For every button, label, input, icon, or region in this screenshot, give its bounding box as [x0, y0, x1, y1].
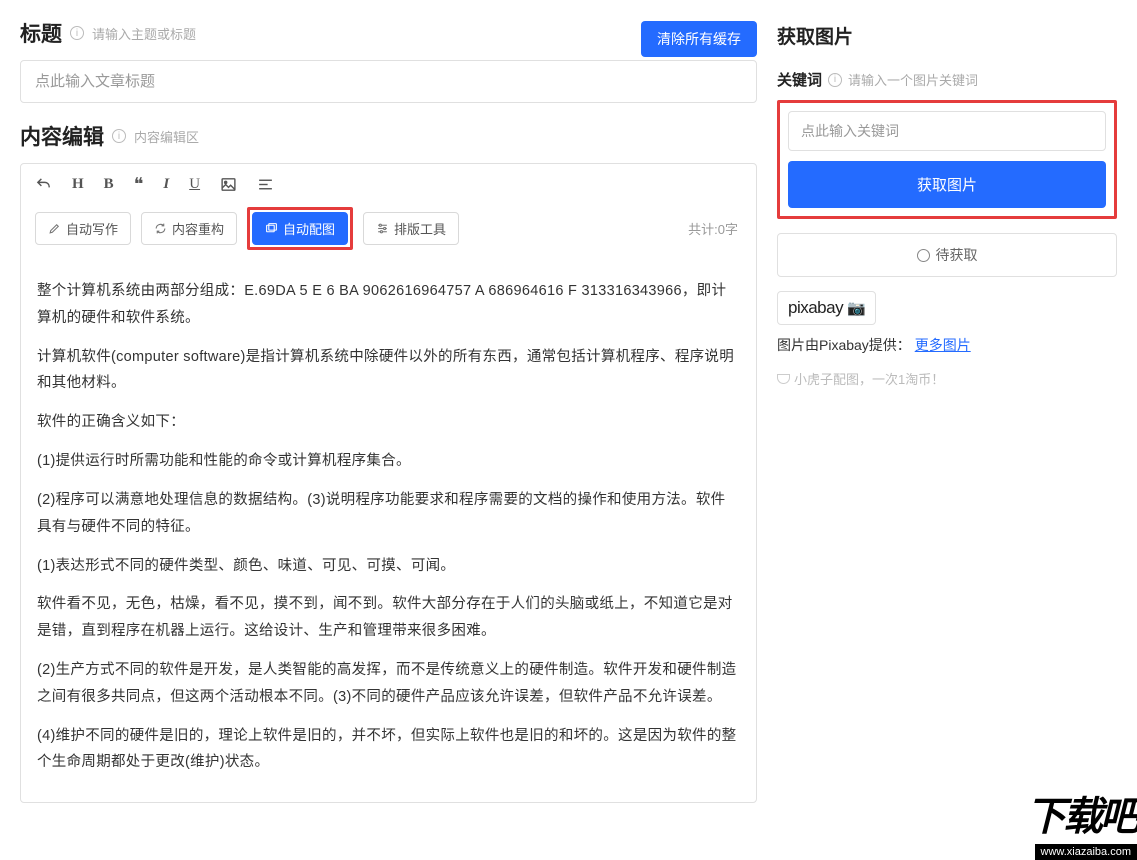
editor-content[interactable]: 整个计算机系统由两部分组成：E.69DA 5 E 6 BA 9062616964… — [21, 264, 756, 802]
info-icon: i — [70, 26, 84, 40]
word-count: 共计:0字 — [688, 219, 742, 238]
info-icon: i — [112, 129, 126, 143]
action-toolbar: 自动写作 内容重构 自动配图 排版工具 共计:0字 — [21, 203, 756, 264]
image-credit: 图片由Pixabay提供： 更多图片 — [777, 335, 1117, 355]
content-heading: 内容编辑 — [20, 121, 104, 151]
images-icon — [265, 222, 278, 235]
underline-icon[interactable]: U — [189, 176, 200, 193]
fetch-image-button[interactable]: 获取图片 — [788, 161, 1106, 208]
content-hint: 内容编辑区 — [134, 127, 199, 146]
title-hint: 请输入主题或标题 — [92, 24, 196, 43]
quote-icon[interactable]: ❝ — [134, 174, 144, 195]
paragraph: (2)程序可以满意地处理信息的数据结构。(3)说明程序功能要求和程序需要的文档的… — [37, 487, 740, 541]
article-title-input[interactable] — [20, 60, 757, 103]
editor-container: H B ❝ I U 自动写作 内容重构 — [20, 163, 757, 803]
paragraph: (1)提供运行时所需功能和性能的命令或计算机程序集合。 — [37, 448, 740, 475]
keyword-input[interactable] — [788, 111, 1106, 151]
camera-icon: 📷 — [847, 299, 865, 317]
paragraph: (4)维护不同的硬件是旧的，理论上软件是旧的，并不坏，但实际上软件也是旧的和坏的… — [37, 723, 740, 777]
highlight-auto-image: 自动配图 — [247, 207, 353, 250]
image-icon[interactable] — [220, 176, 237, 193]
rebuild-button[interactable]: 内容重构 — [141, 212, 237, 245]
clear-cache-button[interactable]: 清除所有缓存 — [641, 21, 757, 57]
pending-status: 待获取 — [777, 233, 1117, 277]
side-footer: 小虎子配图，一次1淘币！ — [777, 369, 1117, 388]
side-heading: 获取图片 — [777, 22, 1117, 49]
keyword-label: 关键词 — [777, 69, 822, 90]
keyword-hint: 请输入一个图片关键词 — [848, 70, 978, 89]
paragraph: 整个计算机系统由两部分组成：E.69DA 5 E 6 BA 9062616964… — [37, 278, 740, 332]
more-images-link[interactable]: 更多图片 — [915, 337, 971, 353]
sliders-icon — [376, 222, 389, 235]
refresh-icon — [154, 222, 167, 235]
auto-write-button[interactable]: 自动写作 — [35, 212, 131, 245]
circle-icon — [917, 249, 930, 262]
paragraph: 软件看不见，无色，枯燥，看不见，摸不到，闻不到。软件大部分存在于人们的头脑或纸上… — [37, 591, 740, 645]
paragraph: 计算机软件(computer software)是指计算机系统中除硬件以外的所有… — [37, 344, 740, 398]
layout-tool-button[interactable]: 排版工具 — [363, 212, 459, 245]
italic-icon[interactable]: I — [163, 176, 169, 193]
format-toolbar: H B ❝ I U — [21, 164, 756, 203]
undo-icon[interactable] — [35, 176, 52, 193]
bean-icon — [777, 374, 790, 384]
watermark: 下载吧 www.xiazaiba.com — [1026, 784, 1137, 860]
paragraph: (2)生产方式不同的软件是开发，是人类智能的高发挥，而不是传统意义上的硬件制造。… — [37, 657, 740, 711]
heading-icon[interactable]: H — [72, 176, 84, 193]
pencil-icon — [48, 222, 61, 235]
align-icon[interactable] — [257, 176, 274, 193]
paragraph: 软件的正确含义如下： — [37, 409, 740, 436]
pixabay-badge: pixabay 📷 — [777, 291, 876, 325]
title-heading: 标题 — [20, 18, 62, 48]
highlight-keyword-box: 获取图片 — [777, 100, 1117, 219]
auto-image-button[interactable]: 自动配图 — [252, 212, 348, 245]
bold-icon[interactable]: B — [104, 176, 114, 193]
info-icon: i — [828, 73, 842, 87]
paragraph: (1)表达形式不同的硬件类型、颜色、味道、可见、可摸、可闻。 — [37, 553, 740, 580]
